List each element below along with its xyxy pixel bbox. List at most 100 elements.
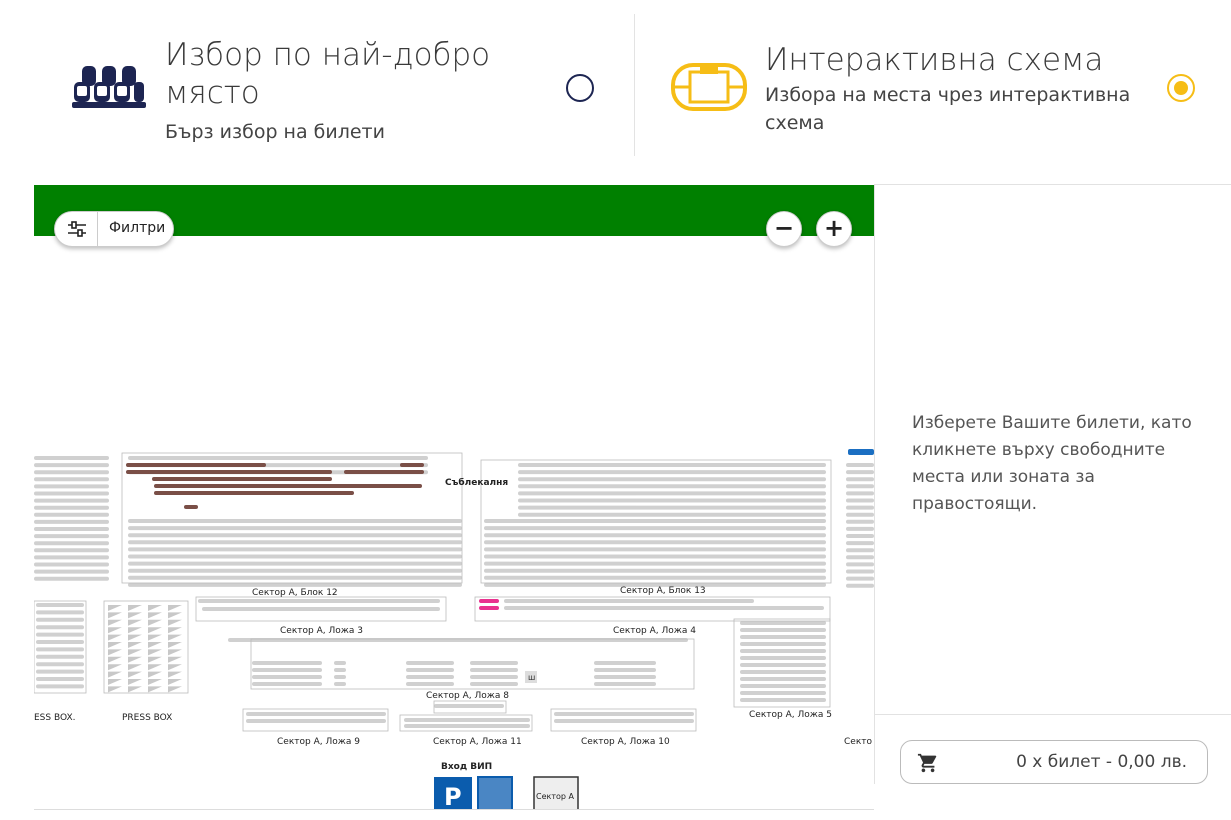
press-seat[interactable] xyxy=(108,679,122,685)
seat-row[interactable] xyxy=(846,583,874,588)
seat-row[interactable] xyxy=(740,691,826,695)
vip-entrance-box[interactable] xyxy=(477,776,513,809)
seat-row[interactable] xyxy=(34,555,109,560)
seat-row[interactable] xyxy=(846,555,874,560)
seat-row[interactable] xyxy=(252,668,322,672)
seat-row-occupied[interactable] xyxy=(154,484,422,488)
seat-map[interactable]: Съблекалня Сектор А, Блок 12 Сектор А, Б… xyxy=(34,185,874,809)
press-seat[interactable] xyxy=(128,634,142,641)
press-seat[interactable] xyxy=(128,605,142,611)
seat-row[interactable] xyxy=(406,668,454,672)
seat-row[interactable] xyxy=(518,498,826,503)
seat-row[interactable] xyxy=(36,662,84,667)
seat-row[interactable] xyxy=(846,569,874,574)
seat-row[interactable] xyxy=(846,526,874,531)
seat-row[interactable] xyxy=(740,684,826,688)
press-seat[interactable] xyxy=(148,642,162,648)
seat-row[interactable] xyxy=(128,540,462,545)
seat-row[interactable] xyxy=(406,675,454,679)
press-seat[interactable] xyxy=(168,642,182,648)
seat-row[interactable] xyxy=(484,547,826,552)
press-seat[interactable] xyxy=(148,627,162,634)
press-seat[interactable] xyxy=(148,619,162,626)
blue-marker[interactable] xyxy=(848,449,874,455)
seat-row[interactable] xyxy=(246,712,386,716)
press-seat[interactable] xyxy=(108,634,122,641)
seat-row[interactable] xyxy=(846,470,874,475)
seat-row[interactable] xyxy=(34,477,109,482)
seat-row[interactable] xyxy=(470,661,518,665)
seat-row[interactable] xyxy=(406,661,454,665)
seat-row[interactable] xyxy=(484,575,826,580)
seat-row[interactable] xyxy=(34,484,109,489)
seat-row[interactable] xyxy=(846,491,874,496)
press-seat[interactable] xyxy=(168,634,182,641)
seat-row[interactable] xyxy=(334,661,346,665)
seat-row[interactable] xyxy=(518,477,826,482)
press-seat[interactable] xyxy=(128,664,142,671)
press-seat[interactable] xyxy=(168,605,182,611)
seat-row[interactable] xyxy=(34,498,109,503)
press-seat[interactable] xyxy=(148,649,162,656)
seat-row[interactable] xyxy=(128,554,462,559)
press-seat[interactable] xyxy=(128,679,142,685)
seat-row[interactable] xyxy=(846,477,874,482)
seat-row[interactable] xyxy=(484,568,826,573)
seat-row[interactable] xyxy=(484,533,826,538)
press-seat[interactable] xyxy=(108,649,122,656)
seat-row[interactable] xyxy=(128,561,462,566)
seat-row[interactable] xyxy=(36,677,84,681)
seat-row[interactable] xyxy=(594,682,656,686)
seat-row-occupied[interactable] xyxy=(152,477,332,481)
seat-row[interactable] xyxy=(34,527,109,531)
press-seat[interactable] xyxy=(108,642,122,648)
seat-row[interactable] xyxy=(36,625,84,630)
press-seat[interactable] xyxy=(168,664,182,671)
seat-row[interactable] xyxy=(34,505,109,510)
press-seat[interactable] xyxy=(108,686,122,693)
seat-row-occupied[interactable] xyxy=(184,505,198,509)
press-seat[interactable] xyxy=(148,686,162,693)
mode-best-radio[interactable] xyxy=(566,74,594,102)
seat-row[interactable] xyxy=(198,599,440,603)
seat-row[interactable] xyxy=(34,470,109,475)
seat-row-occupied[interactable] xyxy=(154,491,354,495)
press-seat[interactable] xyxy=(148,612,162,619)
seat-row[interactable] xyxy=(504,599,754,603)
press-seat[interactable] xyxy=(168,612,182,619)
zoom-out-button[interactable]: − xyxy=(766,211,802,247)
seat-row[interactable] xyxy=(846,484,874,489)
mode-best-seat[interactable]: Избор по най-добро място Бърз избор на б… xyxy=(0,0,634,170)
seat-row[interactable] xyxy=(334,675,346,679)
zoom-in-button[interactable]: + xyxy=(816,211,852,247)
seat-row[interactable] xyxy=(404,724,530,728)
press-seat[interactable] xyxy=(148,679,162,685)
seat-row[interactable] xyxy=(740,677,826,681)
press-seat[interactable] xyxy=(148,634,162,641)
seat-row[interactable] xyxy=(128,575,462,580)
seat-row[interactable] xyxy=(36,647,84,652)
seat-row[interactable] xyxy=(34,548,109,553)
press-seat[interactable] xyxy=(128,619,142,626)
seat-row[interactable] xyxy=(484,526,826,531)
seat-row[interactable] xyxy=(36,684,84,689)
press-seat[interactable] xyxy=(148,605,162,611)
seat-row[interactable] xyxy=(846,534,874,538)
press-seat[interactable] xyxy=(168,619,182,626)
seat-row[interactable] xyxy=(36,603,84,607)
press-seat[interactable] xyxy=(108,627,122,634)
seat-row[interactable] xyxy=(228,638,688,642)
seat-row[interactable] xyxy=(406,682,454,686)
press-seat[interactable] xyxy=(168,649,182,656)
seat-row[interactable] xyxy=(846,519,874,524)
seat-row[interactable] xyxy=(252,682,322,686)
seat-row[interactable] xyxy=(740,649,826,653)
seat-row[interactable] xyxy=(740,670,826,674)
seat-row[interactable] xyxy=(202,607,440,611)
seat-row[interactable] xyxy=(518,505,826,510)
seat-row[interactable] xyxy=(404,718,530,722)
seat-layer[interactable] xyxy=(34,449,874,728)
seat-row[interactable] xyxy=(334,682,346,686)
seat-row[interactable] xyxy=(740,635,826,639)
seat-row-occupied[interactable] xyxy=(126,470,332,474)
